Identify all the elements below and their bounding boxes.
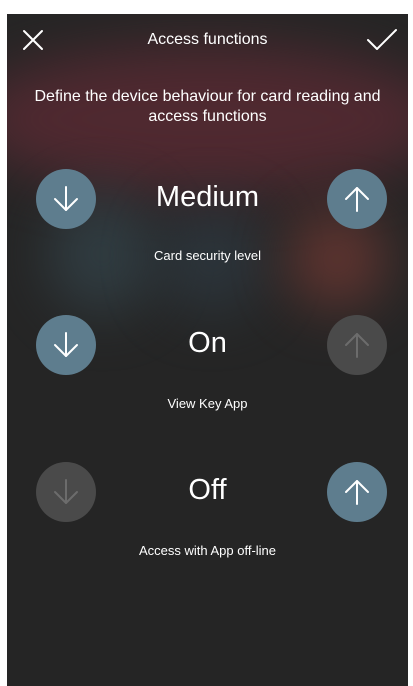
setting-label: Card security level — [154, 248, 261, 263]
page-title: Access functions — [147, 31, 268, 48]
screen: Access functions Define the device behav… — [7, 14, 408, 686]
decrease-button[interactable] — [36, 315, 96, 375]
increase-button[interactable] — [327, 462, 387, 522]
arrow-up-icon — [345, 187, 369, 212]
setting-label: Access with App off-line — [138, 543, 277, 558]
header: Access functions — [7, 14, 408, 66]
increase-button[interactable] — [327, 315, 387, 375]
setting-value: Off — [188, 474, 227, 506]
setting-value: On — [188, 327, 227, 359]
setting-label: View Key App — [167, 396, 248, 411]
arrow-up-icon — [345, 333, 369, 358]
setting-card-security-level: Medium Card security level — [7, 169, 408, 269]
arrow-down-icon — [54, 479, 78, 504]
setting-access-app-offline: Off Access with App off-line — [7, 462, 408, 562]
setting-view-key-app: On View Key App — [7, 315, 408, 415]
setting-value: Medium — [155, 181, 260, 213]
arrow-down-icon — [54, 332, 78, 357]
increase-button[interactable] — [327, 169, 387, 229]
confirm-button[interactable] — [366, 28, 398, 52]
check-icon — [367, 29, 397, 50]
description: Define the device behaviour for card rea… — [34, 88, 381, 125]
arrow-down-icon — [54, 186, 78, 211]
decrease-button[interactable] — [36, 169, 96, 229]
decrease-button[interactable] — [36, 462, 96, 522]
arrow-up-icon — [345, 480, 369, 505]
